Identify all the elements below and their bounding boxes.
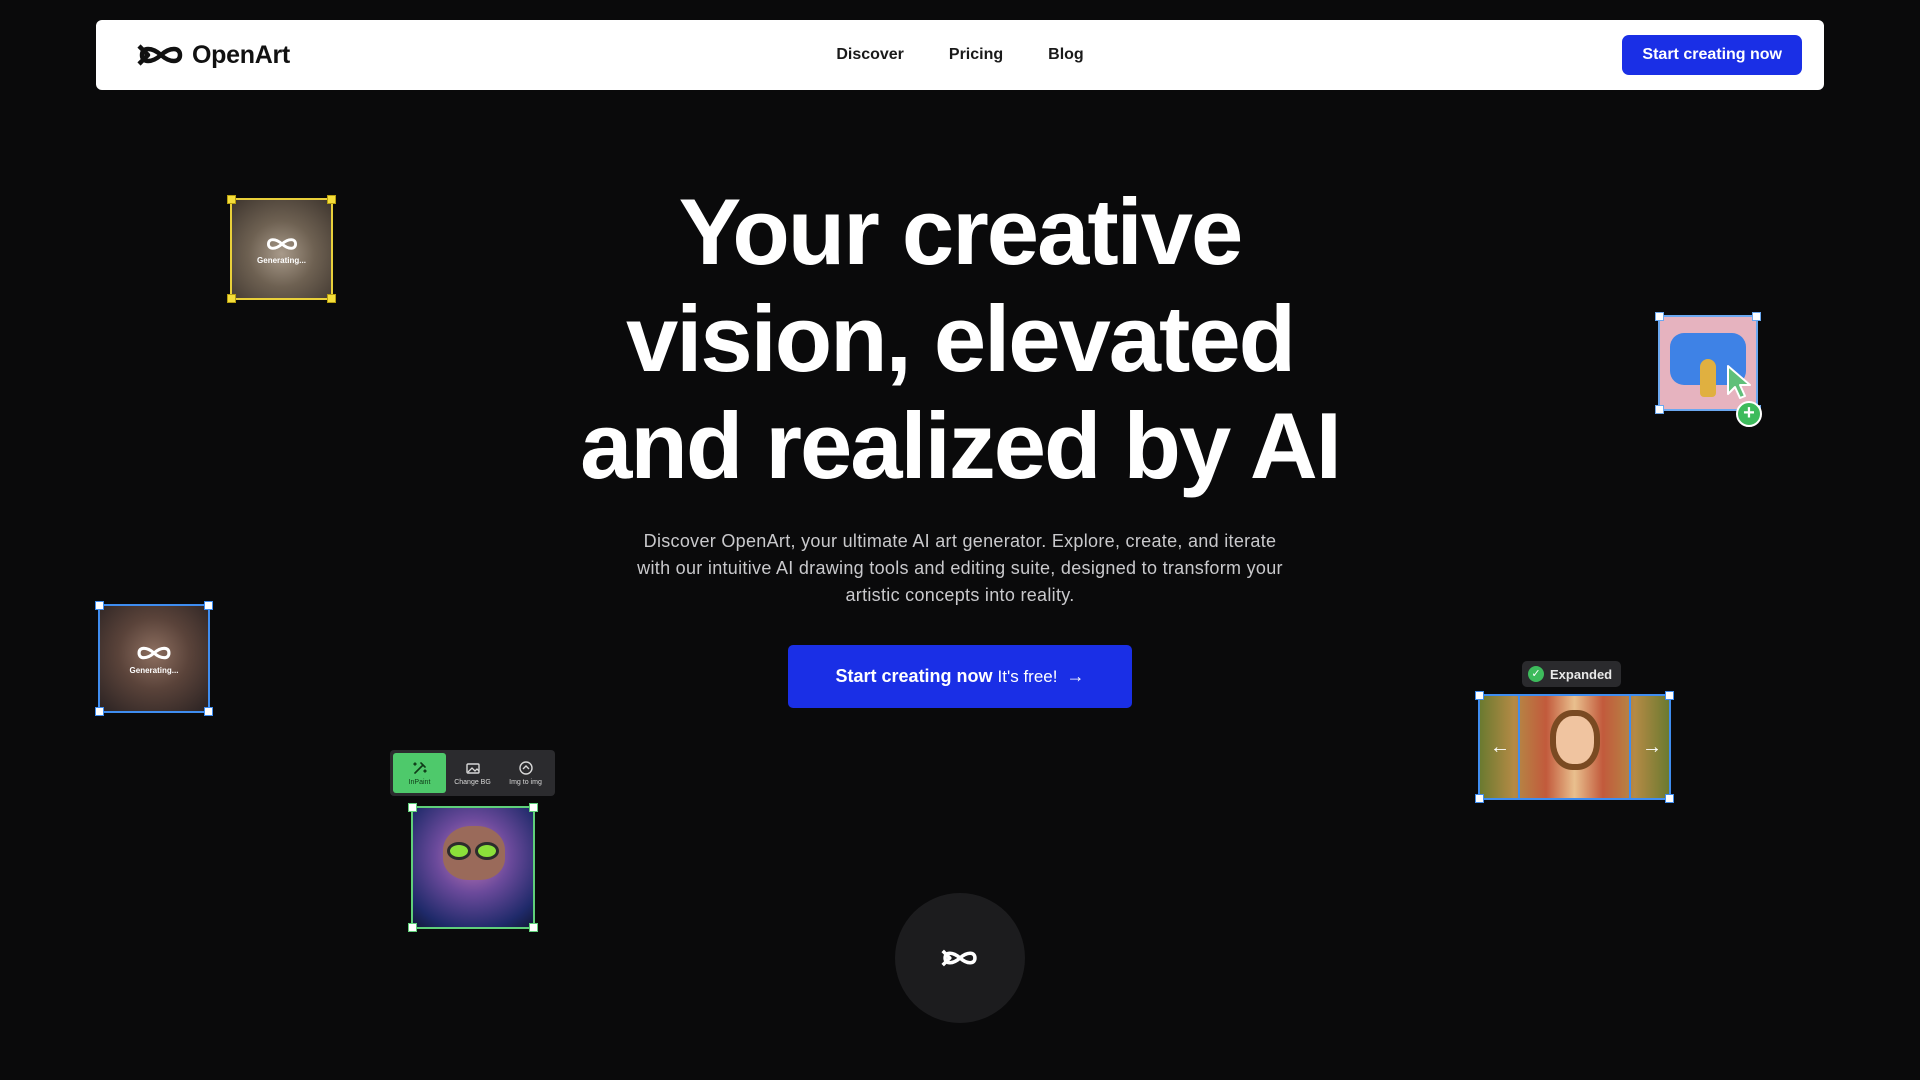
resize-handle[interactable] — [408, 803, 417, 812]
expanded-label: Expanded — [1550, 666, 1613, 682]
generating-label: Generating... — [257, 255, 306, 265]
portrait-image: Generating... — [100, 606, 208, 711]
gold-figure — [1700, 359, 1716, 397]
infinity-loading-icon — [137, 646, 171, 660]
resize-handle[interactable] — [204, 601, 213, 610]
goggle-left — [447, 842, 471, 860]
expand-boundary-right — [1629, 696, 1631, 798]
hero-title-line-3: and realized by AI — [580, 393, 1342, 498]
infinity-logo-icon — [137, 44, 183, 66]
tool-img-to-img[interactable]: Img to img — [499, 753, 552, 793]
resize-handle[interactable] — [1655, 405, 1664, 414]
generating-cat-card: Generating... — [227, 195, 336, 303]
top-navbar: OpenArt Discover Pricing Blog Start crea… — [96, 20, 1824, 90]
tool-label: InPaint — [408, 779, 431, 786]
resize-handle[interactable] — [95, 707, 104, 716]
brand-name: OpenArt — [192, 40, 290, 69]
tool-change-bg[interactable]: Change BG — [446, 753, 499, 793]
resize-handle[interactable] — [529, 803, 538, 812]
check-circle-icon: ✓ — [1528, 666, 1544, 682]
resize-handle[interactable] — [327, 195, 336, 204]
infinity-loading-icon — [266, 237, 297, 250]
resize-handle[interactable] — [1752, 312, 1761, 321]
resize-handle[interactable] — [1655, 312, 1664, 321]
edit-toolbar: InPaint Change BG Img to img — [390, 750, 555, 796]
tool-label: Change BG — [454, 779, 491, 786]
robot-cat-image — [413, 808, 533, 927]
generating-label: Generating... — [129, 666, 179, 675]
openart-logo[interactable]: OpenArt — [136, 41, 290, 70]
girl-face — [1550, 710, 1600, 770]
nav-link-pricing[interactable]: Pricing — [949, 46, 1003, 64]
infinity-logo-icon — [941, 949, 977, 967]
change-bg-icon — [465, 763, 480, 774]
tool-label: Img to img — [509, 779, 542, 786]
resize-handle[interactable] — [227, 294, 236, 303]
goggle-right — [475, 842, 499, 860]
start-creating-hero-button[interactable]: Start creating now It's free! → — [788, 645, 1132, 708]
cursor-arrow-icon — [1727, 365, 1751, 399]
hero-subtitle: Discover OpenArt, your ultimate AI art g… — [637, 531, 1283, 605]
nav-link-discover[interactable]: Discover — [836, 46, 904, 64]
cat-image: Generating... — [232, 200, 331, 298]
expand-boundary-left — [1518, 696, 1520, 798]
generating-portrait-card: Generating... — [95, 601, 213, 716]
img-to-img-icon — [518, 761, 533, 775]
bottom-logo-badge[interactable] — [895, 893, 1025, 1023]
resize-handle[interactable] — [1665, 794, 1674, 803]
hero-title: Your creative vision, elevated and reali… — [460, 178, 1460, 499]
resize-handle[interactable] — [1475, 794, 1484, 803]
start-creating-nav-button[interactable]: Start creating now — [1622, 35, 1802, 75]
hero-title-line-2: vision, elevated — [625, 286, 1296, 391]
resize-handle[interactable] — [327, 294, 336, 303]
cta-main-label: Start creating now — [835, 666, 993, 686]
expanded-status-badge: ✓ Expanded — [1522, 661, 1622, 687]
plus-icon[interactable]: + — [1736, 401, 1762, 427]
tool-inpaint[interactable]: InPaint — [393, 753, 446, 793]
nav-links: Discover Pricing Blog — [836, 46, 1083, 64]
resize-handle[interactable] — [529, 923, 538, 932]
arrow-right-icon[interactable]: → — [1642, 736, 1662, 759]
resize-handle[interactable] — [1475, 691, 1484, 700]
resize-handle[interactable] — [95, 601, 104, 610]
hero-title-line-1: Your creative — [678, 179, 1244, 284]
cta-sub-label: It's free! — [997, 666, 1058, 686]
resize-handle[interactable] — [204, 707, 213, 716]
resize-handle[interactable] — [408, 923, 417, 932]
arrow-right-icon: → — [1066, 666, 1085, 686]
resize-handle[interactable] — [227, 195, 236, 204]
expanded-girl-card: ← → — [1475, 691, 1674, 803]
nav-link-blog[interactable]: Blog — [1048, 46, 1084, 64]
resize-handle[interactable] — [1665, 691, 1674, 700]
arrow-left-icon[interactable]: ← — [1490, 736, 1510, 759]
inpaint-cat-card — [408, 803, 538, 932]
inpaint-icon — [412, 762, 427, 774]
girl-image: ← → — [1480, 696, 1669, 798]
